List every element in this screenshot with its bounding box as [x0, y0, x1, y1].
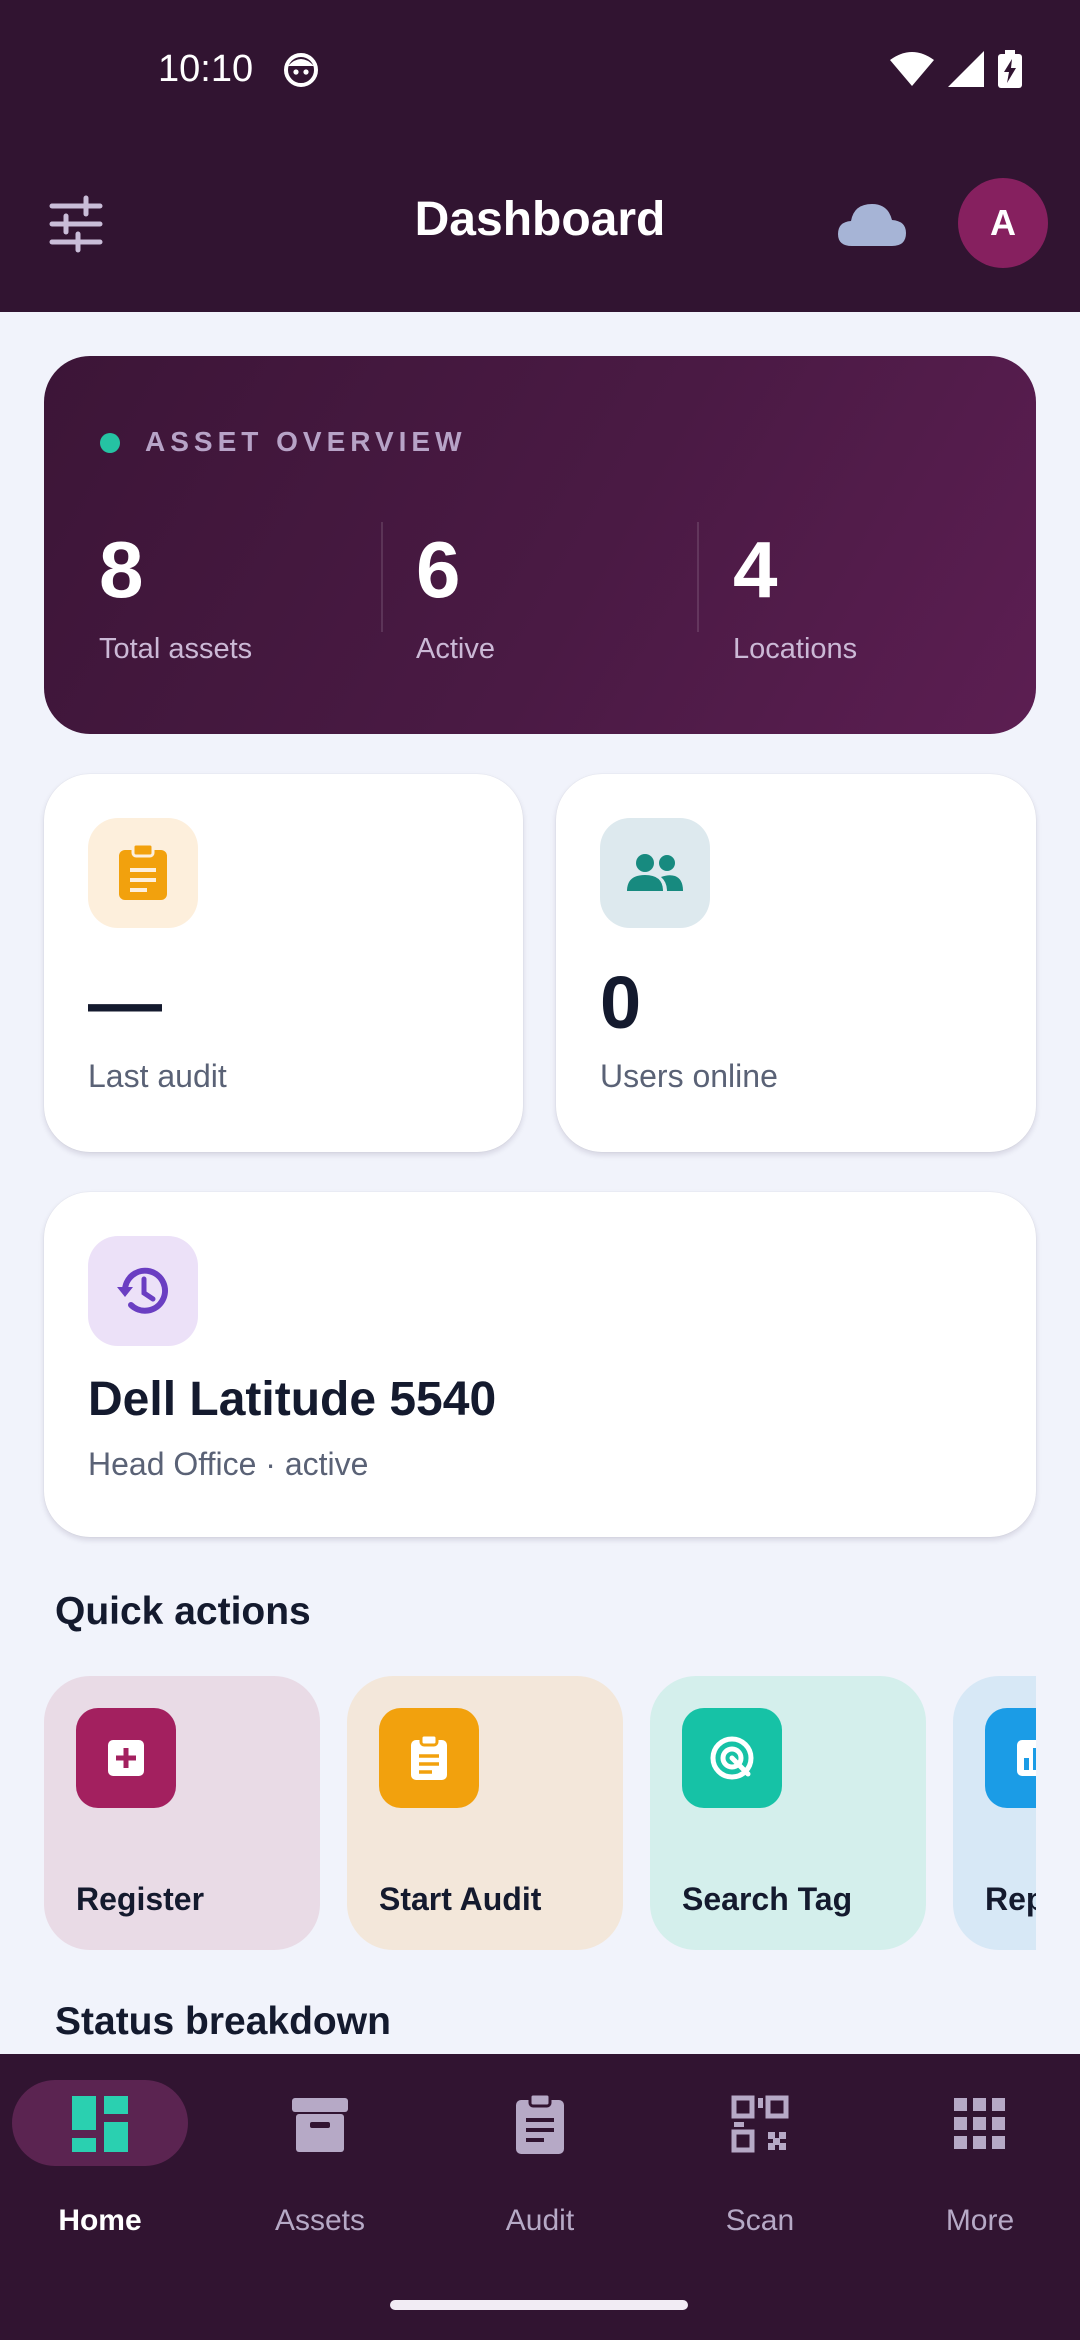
register-action[interactable]: Register [44, 1676, 320, 1950]
chart-bar-icon [985, 1708, 1036, 1808]
recent-asset-name: Dell Latitude 5540 [88, 1373, 497, 1426]
recent-asset-detail: Head Office · active [88, 1446, 369, 1482]
users-online-value: 0 [600, 961, 642, 1044]
dashboard-icon [72, 2096, 128, 2152]
last-audit-icon-tile [88, 818, 198, 928]
reports-action[interactable]: Rep [953, 1676, 1036, 1950]
cloud-sync-icon[interactable] [838, 200, 906, 248]
nav-label-audit: Audit [505, 2204, 575, 2237]
status-dot [100, 433, 120, 453]
locations-value: 4 [733, 525, 778, 614]
total-assets-caption: Total assets [99, 633, 253, 665]
quick-actions-title: Quick actions [55, 1590, 311, 1633]
clipboard-icon [379, 1708, 479, 1808]
start-audit-action[interactable]: Start Audit [347, 1676, 623, 1950]
search-tag-action[interactable]: Search Tag [650, 1676, 926, 1950]
recent-icon-tile [88, 1236, 198, 1346]
register-label: Register [76, 1881, 205, 1917]
nav-item-more[interactable]: More [880, 2080, 1080, 2250]
nav-label-more: More [945, 2204, 1015, 2237]
notification-face-icon [284, 53, 318, 87]
nav-label-home: Home [58, 2204, 142, 2237]
battery-charging-icon [998, 50, 1022, 88]
nav-item-assets[interactable]: Assets [220, 2080, 420, 2250]
nav-label-scan: Scan [725, 2204, 795, 2237]
status-breakdown-title: Status breakdown [55, 2000, 391, 2043]
cell-signal-icon [948, 51, 984, 87]
start-audit-label: Start Audit [379, 1881, 542, 1917]
active-value: 6 [416, 525, 461, 614]
users-online-caption: Users online [600, 1058, 778, 1094]
users-group-icon [627, 854, 683, 891]
asset-overview-card [44, 356, 1036, 734]
home-gesture-bar[interactable] [390, 2300, 688, 2310]
locations-caption: Locations [733, 633, 858, 665]
grid-dots-icon [954, 2098, 1005, 2149]
search-tag-label: Search Tag [682, 1881, 853, 1917]
nav-label-assets: Assets [274, 2204, 366, 2237]
reports-label: Rep [985, 1881, 1036, 1917]
clipboard-icon [516, 2092, 564, 2154]
qr-code-icon [731, 2095, 789, 2153]
quick-actions-row[interactable]: Register Start Audit Search Tag Rep [44, 1676, 1036, 1950]
overview-label: ASSET OVERVIEW [145, 426, 467, 457]
total-assets-value: 8 [99, 525, 144, 614]
history-icon [117, 1267, 168, 1314]
active-caption: Active [416, 633, 495, 665]
nav-item-scan[interactable]: Scan [660, 2080, 860, 2250]
clipboard-icon [119, 844, 167, 900]
status-time: 10:10 [158, 48, 254, 90]
top-app-bar [0, 0, 1080, 312]
archive-box-icon [292, 2098, 348, 2152]
plus-box-icon [76, 1708, 176, 1808]
radar-search-icon [682, 1708, 782, 1808]
overview-divider [381, 522, 383, 632]
overview-divider [697, 522, 699, 632]
nav-item-home[interactable]: Home [0, 2080, 200, 2250]
user-avatar[interactable]: A [958, 178, 1048, 268]
last-audit-caption: Last audit [88, 1058, 227, 1094]
status-icons [890, 50, 1022, 88]
wifi-icon [890, 52, 934, 86]
nav-item-audit[interactable]: Audit [440, 2080, 640, 2250]
users-online-icon-tile [600, 818, 710, 928]
recent-asset-card[interactable] [44, 1192, 1036, 1537]
page-title: Dashboard [414, 193, 666, 246]
last-audit-value: — [88, 961, 162, 1044]
